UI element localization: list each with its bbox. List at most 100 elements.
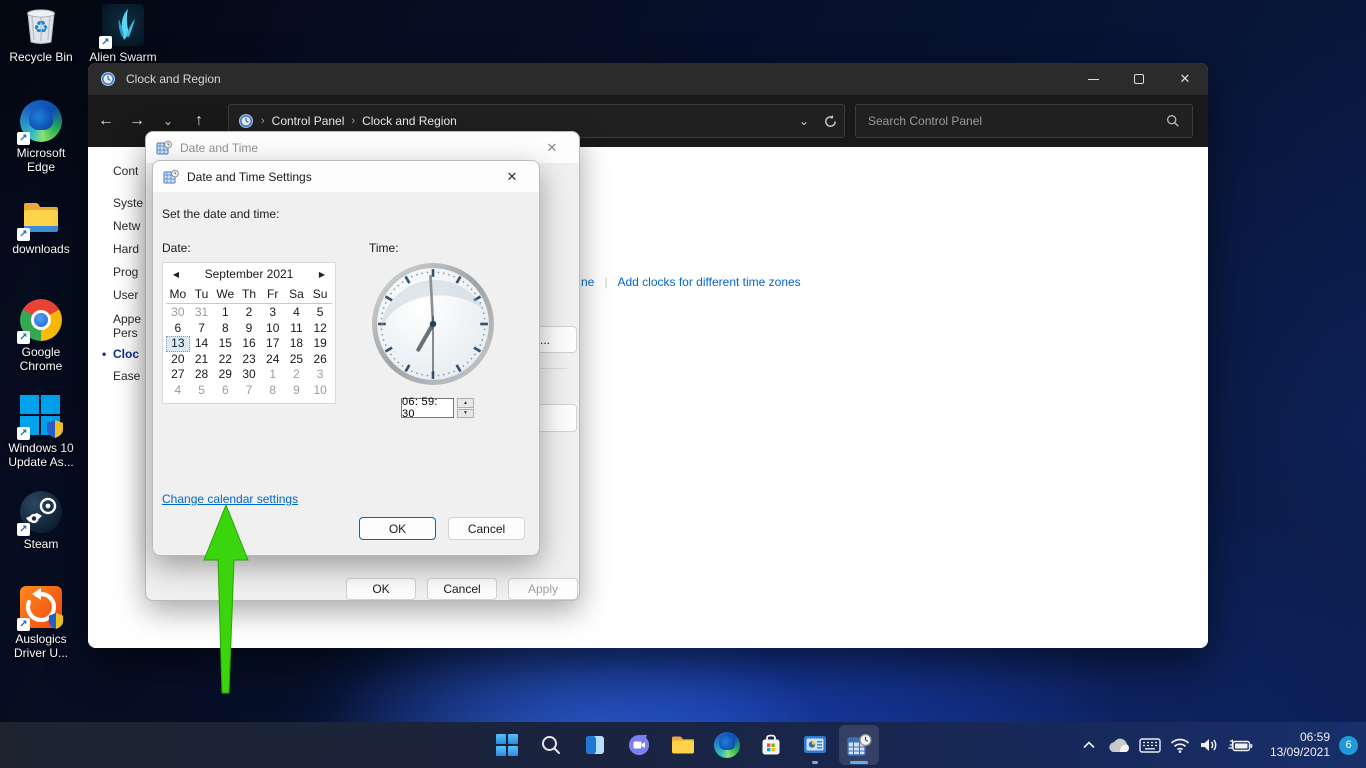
calendar-day[interactable]: 4: [285, 305, 309, 321]
desktop-icon-windows10-update[interactable]: ↗ Windows 10 Update As...: [2, 395, 80, 469]
close-icon[interactable]: ✕: [495, 161, 529, 192]
desktop-icon-downloads[interactable]: ↗ downloads: [2, 196, 80, 256]
calendar-prev-icon[interactable]: ◀: [168, 263, 184, 286]
dialog-titlebar[interactable]: Date and Time ✕: [146, 132, 579, 163]
calendar-day[interactable]: 31: [190, 305, 214, 321]
calendar-day[interactable]: 10: [261, 321, 285, 337]
window-titlebar[interactable]: Clock and Region ✕: [88, 63, 1208, 95]
breadcrumb-control-panel[interactable]: Control Panel: [272, 114, 345, 128]
date-time-settings-button[interactable]: [839, 725, 879, 765]
time-value-field[interactable]: 06: 59: 30: [401, 398, 454, 418]
desktop-icon-steam[interactable]: ↗ Steam: [2, 491, 80, 551]
calendar-day[interactable]: 8: [213, 321, 237, 337]
cancel-button[interactable]: Cancel: [448, 517, 525, 540]
sidebar-item[interactable]: Appe: [113, 312, 141, 326]
calendar-day[interactable]: 27: [166, 367, 190, 383]
calendar-day[interactable]: 19: [308, 336, 332, 352]
chat-button[interactable]: [619, 725, 659, 765]
calendar-day[interactable]: 18: [285, 336, 309, 352]
desktop-icon-google-chrome[interactable]: ↗ Google Chrome: [2, 299, 80, 373]
hidden-icons-chevron-icon[interactable]: [1076, 741, 1102, 749]
calendar-day[interactable]: 5: [308, 305, 332, 321]
battery-charging-icon[interactable]: [1224, 738, 1256, 753]
calendar-day[interactable]: 8: [261, 383, 285, 399]
search-box[interactable]: [855, 104, 1193, 138]
search-input[interactable]: [856, 114, 1166, 128]
search-button[interactable]: [531, 725, 571, 765]
dialog-titlebar[interactable]: Date and Time Settings ✕: [153, 161, 539, 192]
desktop-icon-recycle-bin[interactable]: ♻ Recycle Bin: [2, 4, 80, 64]
sidebar-item[interactable]: Pers: [113, 326, 138, 340]
calendar-day[interactable]: 1: [261, 367, 285, 383]
sidebar-item[interactable]: Netw: [113, 219, 140, 233]
desktop-icon-auslogics[interactable]: ↗ Auslogics Driver U...: [2, 586, 80, 660]
refresh-icon[interactable]: [823, 114, 838, 129]
spinner-up-icon[interactable]: ▲: [457, 398, 474, 408]
calendar-day[interactable]: 30: [166, 305, 190, 321]
task-view-button[interactable]: [575, 725, 615, 765]
minimize-button[interactable]: [1070, 63, 1116, 95]
store-button[interactable]: [751, 725, 791, 765]
calendar-day[interactable]: 28: [190, 367, 214, 383]
calendar-day[interactable]: 12: [308, 321, 332, 337]
control-panel-button[interactable]: [795, 725, 835, 765]
onedrive-icon[interactable]: [1102, 737, 1134, 753]
start-button[interactable]: [487, 725, 527, 765]
calendar-day[interactable]: 4: [166, 383, 190, 399]
calendar-next-icon[interactable]: ▶: [314, 263, 330, 286]
add-clocks-link[interactable]: Add clocks for different time zones: [617, 275, 800, 289]
notification-badge[interactable]: 6: [1339, 736, 1358, 755]
sidebar-item[interactable]: Cont: [113, 164, 138, 178]
desktop-icon-alien-swarm[interactable]: ↗ Alien Swarm: [84, 4, 162, 64]
calendar-day[interactable]: 25: [285, 352, 309, 368]
calendar-day[interactable]: 3: [308, 367, 332, 383]
link-fragment[interactable]: ne: [581, 275, 594, 289]
file-explorer-button[interactable]: [663, 725, 703, 765]
ok-button[interactable]: OK: [359, 517, 436, 540]
sidebar-item[interactable]: Syste: [113, 196, 143, 210]
address-dropdown-icon[interactable]: ⌄: [799, 114, 809, 128]
sidebar-item[interactable]: Ease: [113, 369, 140, 383]
close-icon[interactable]: ✕: [535, 132, 569, 163]
calendar-day[interactable]: 15: [213, 336, 237, 352]
calendar-day[interactable]: 9: [285, 383, 309, 399]
back-icon[interactable]: ←: [91, 105, 121, 137]
calendar-day[interactable]: 21: [190, 352, 214, 368]
calendar-day[interactable]: 7: [190, 321, 214, 337]
calendar-day[interactable]: 6: [166, 321, 190, 337]
sidebar-item[interactable]: Hard: [113, 242, 139, 256]
calendar-day[interactable]: 2: [285, 367, 309, 383]
calendar-day[interactable]: 2: [237, 305, 261, 321]
taskbar-clock[interactable]: 06:59 13/09/2021: [1270, 730, 1330, 760]
calendar-day[interactable]: 20: [166, 352, 190, 368]
edge-button[interactable]: [707, 725, 747, 765]
calendar-day[interactable]: 10: [308, 383, 332, 399]
calendar-day[interactable]: 11: [285, 321, 309, 337]
calendar-day[interactable]: 26: [308, 352, 332, 368]
search-icon[interactable]: [1166, 114, 1180, 128]
calendar-day[interactable]: 1: [213, 305, 237, 321]
calendar-day[interactable]: 30: [237, 367, 261, 383]
calendar-day[interactable]: 22: [213, 352, 237, 368]
calendar-day[interactable]: 6: [213, 383, 237, 399]
calendar-day[interactable]: 7: [237, 383, 261, 399]
spinner-down-icon[interactable]: ▼: [457, 409, 474, 419]
ok-button[interactable]: OK: [346, 578, 416, 600]
desktop-icon-microsoft-edge[interactable]: ↗ Microsoft Edge: [2, 100, 80, 174]
touch-keyboard-icon[interactable]: [1134, 738, 1166, 753]
calendar-day[interactable]: 9: [237, 321, 261, 337]
sidebar-item[interactable]: Cloc: [113, 347, 139, 361]
close-button[interactable]: ✕: [1162, 63, 1208, 95]
calendar-day[interactable]: 13: [166, 336, 190, 352]
calendar-day[interactable]: 23: [237, 352, 261, 368]
maximize-button[interactable]: [1116, 63, 1162, 95]
calendar-day[interactable]: 3: [261, 305, 285, 321]
calendar-day[interactable]: 17: [261, 336, 285, 352]
sidebar-item[interactable]: Prog: [113, 265, 138, 279]
sidebar-item[interactable]: User: [113, 288, 138, 302]
calendar-day[interactable]: 24: [261, 352, 285, 368]
breadcrumb-clock-region[interactable]: Clock and Region: [362, 114, 457, 128]
calendar-day[interactable]: 29: [213, 367, 237, 383]
volume-icon[interactable]: [1194, 737, 1224, 753]
calendar-day[interactable]: 5: [190, 383, 214, 399]
